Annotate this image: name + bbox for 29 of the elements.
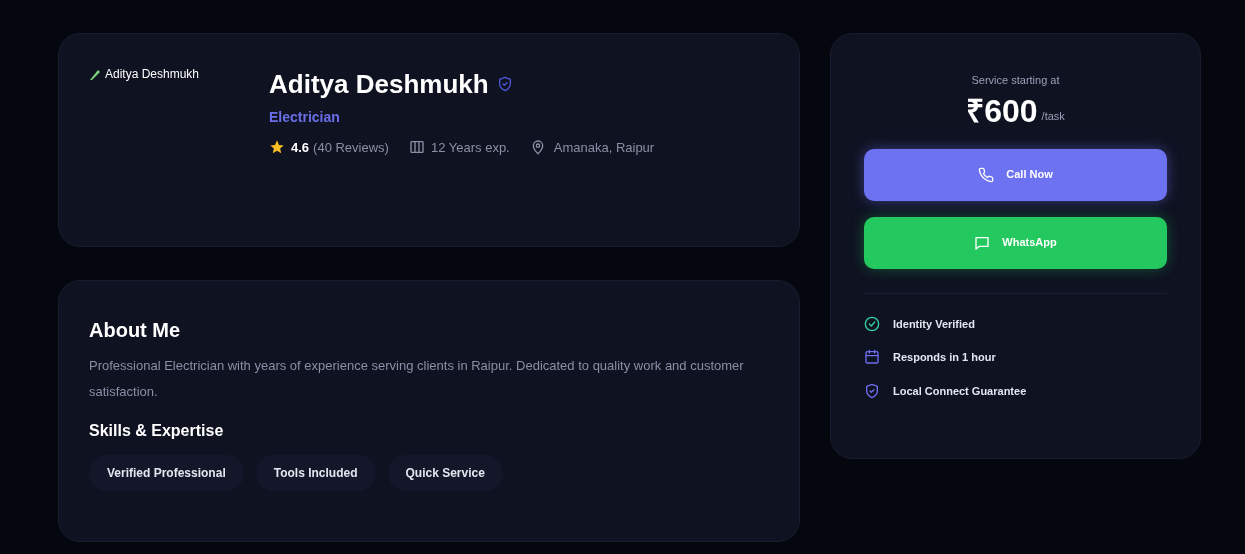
price-value: ₹600 xyxy=(966,94,1038,127)
feature-label: Identity Verified xyxy=(893,316,975,332)
message-button[interactable]: WhatsApp xyxy=(864,216,1167,269)
calendar-icon xyxy=(864,349,880,366)
star-icon xyxy=(269,139,285,156)
price-caption: Service starting at xyxy=(971,73,1060,88)
check-circle-icon xyxy=(864,315,880,332)
feature-label: Local Connect Guarantee xyxy=(893,383,1027,399)
about-text: Professional Electrician with years of experience serving clients in Raipur. Dedicated to quality work and customer satisfaction. xyxy=(89,357,745,401)
review-count: (40 Reviews) xyxy=(313,138,389,157)
skill-tag: Tools Included xyxy=(255,455,376,491)
price-unit: /task xyxy=(1041,109,1065,124)
message-icon xyxy=(974,234,991,251)
phone-icon xyxy=(978,166,995,183)
location-text: Amanaka, Raipur xyxy=(553,138,655,157)
skill-tag: Quick Service xyxy=(387,455,503,491)
skills-heading: Skills & Expertise xyxy=(89,421,224,441)
shield-icon xyxy=(864,382,880,399)
profile-name: Aditya Deshmukh xyxy=(269,68,489,101)
rating-value: 4.6 xyxy=(291,138,310,157)
profession-label: Electrician xyxy=(269,107,341,127)
verified-shield-icon xyxy=(496,76,513,93)
profile-image-alt-text: Aditya Deshmukh xyxy=(105,68,200,80)
skill-tag: Verified Professional xyxy=(89,455,244,491)
call-button[interactable]: Call Now xyxy=(864,148,1167,201)
building-icon xyxy=(408,139,425,156)
experience-text: 12 Years exp. xyxy=(430,138,510,157)
about-heading: About Me xyxy=(89,318,181,343)
feature-label: Responds in 1 hour xyxy=(893,350,996,365)
